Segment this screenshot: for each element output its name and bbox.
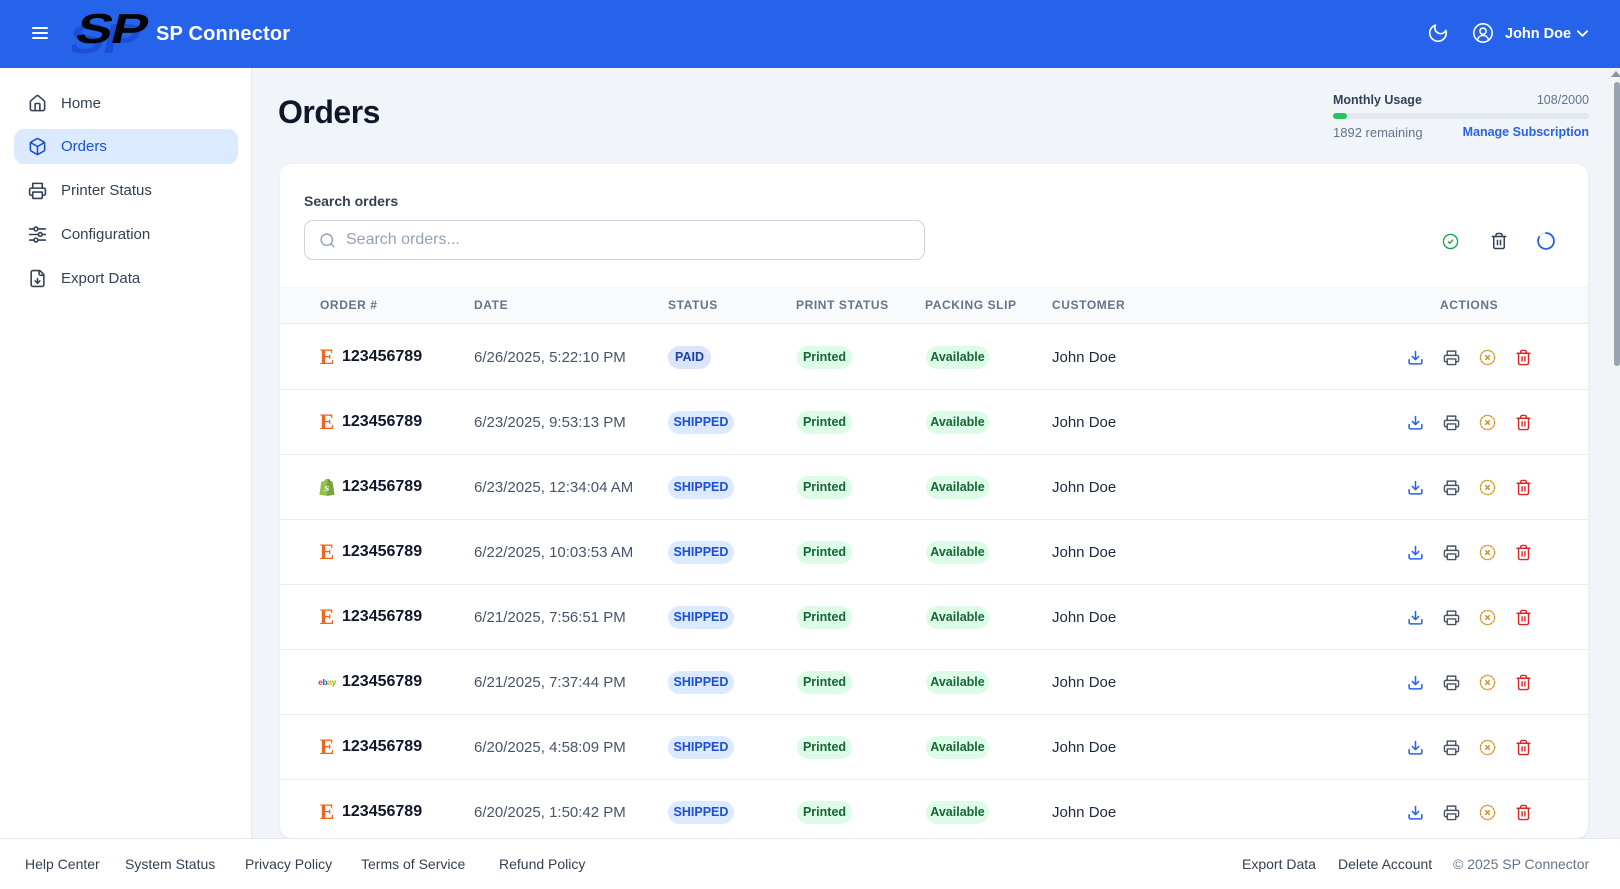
svg-text:S: S: [324, 484, 330, 493]
svg-text:SP: SP: [72, 10, 153, 52]
